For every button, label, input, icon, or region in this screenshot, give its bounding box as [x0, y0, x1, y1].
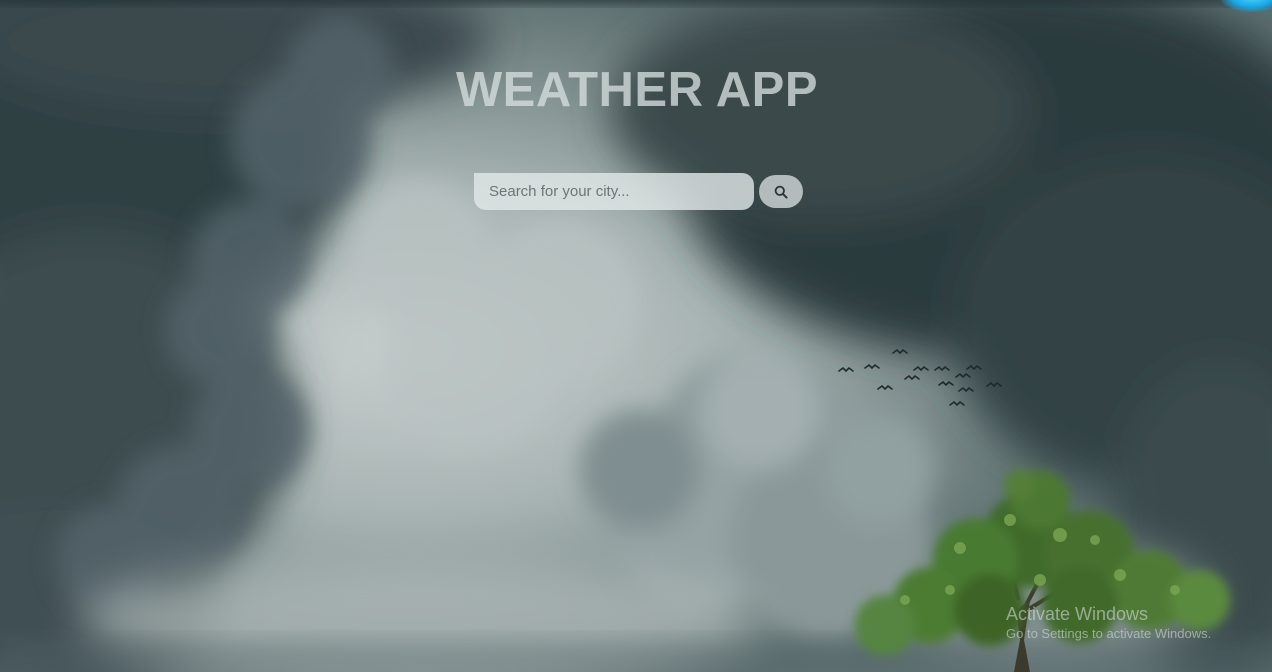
page-title: WEATHER APP — [455, 63, 819, 117]
watermark-title: Activate Windows — [1006, 604, 1149, 624]
city-search-input[interactable] — [474, 173, 754, 210]
weather-app: WEATHER APP Activate Windows Go to Setti… — [0, 0, 1272, 672]
search-button[interactable] — [759, 175, 803, 208]
watermark-subtitle: Go to Settings to activate Windows. — [1006, 626, 1212, 641]
search-icon — [774, 185, 788, 199]
top-edge-shadow — [0, 0, 1272, 8]
activate-windows-watermark: Activate Windows Go to Settings to activ… — [1006, 603, 1211, 643]
